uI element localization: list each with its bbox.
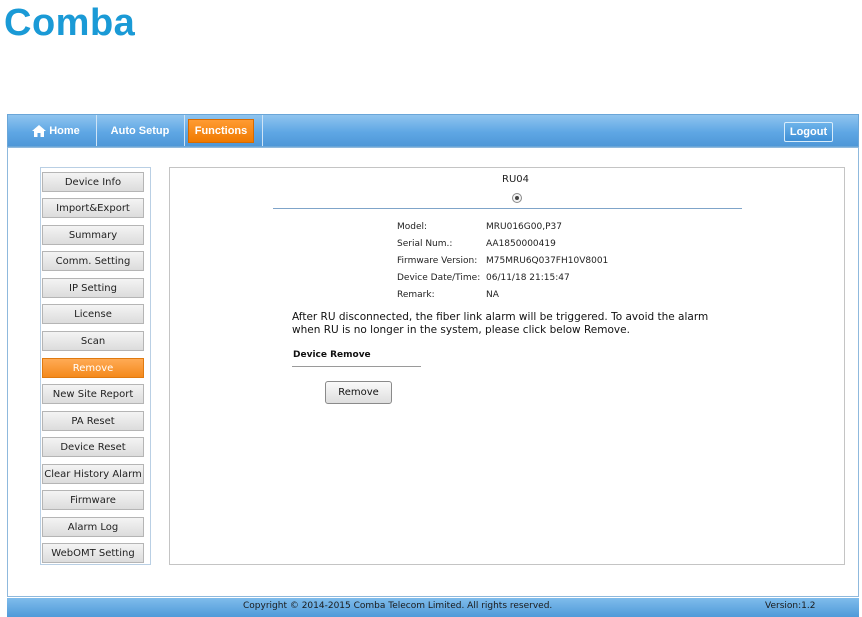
sidebar-item-clear-history-alarm[interactable]: Clear History Alarm [42, 464, 144, 484]
info-label-model: Model: [397, 222, 428, 232]
ru-label: RU04 [502, 174, 529, 185]
footer: Copyright © 2014-2015 Comba Telecom Limi… [7, 598, 859, 617]
info-value-datetime: 06/11/18 21:15:47 [486, 273, 570, 283]
sidebar-item-firmware[interactable]: Firmware [42, 490, 144, 510]
info-value-firmware: M75MRU6Q037FH10V8001 [486, 256, 609, 266]
info-value-serial: AA1850000419 [486, 239, 556, 249]
divider [273, 208, 742, 209]
version-text: Version:1.2 [765, 601, 816, 611]
info-value-model: MRU016G00,P37 [486, 222, 562, 232]
sidebar-item-summary[interactable]: Summary [42, 225, 144, 245]
section-divider [292, 366, 421, 367]
sidebar-item-device-info[interactable]: Device Info [42, 172, 144, 192]
nav-auto-setup[interactable]: Auto Setup [98, 115, 182, 146]
remove-button[interactable]: Remove [325, 381, 392, 404]
nav-home[interactable]: Home [18, 115, 94, 146]
sidebar: Device Info Import&Export Summary Comm. … [40, 167, 151, 565]
sidebar-item-new-site-report[interactable]: New Site Report [42, 384, 144, 404]
home-icon [32, 124, 47, 137]
sidebar-item-remove[interactable]: Remove [42, 358, 144, 378]
content-panel: RU04 Model: MRU016G00,P37 Serial Num.: A… [169, 167, 845, 565]
device-remove-title: Device Remove [293, 350, 371, 360]
info-label-firmware: Firmware Version: [397, 256, 478, 266]
sidebar-item-comm-setting[interactable]: Comm. Setting [42, 251, 144, 271]
info-label-serial: Serial Num.: [397, 239, 453, 249]
sidebar-item-import-export[interactable]: Import&Export [42, 198, 144, 218]
sidebar-item-device-reset[interactable]: Device Reset [42, 437, 144, 457]
sidebar-item-ip-setting[interactable]: IP Setting [42, 278, 144, 298]
remove-note: After RU disconnected, the fiber link al… [292, 311, 709, 336]
info-value-remark: NA [486, 290, 499, 300]
nav-home-label: Home [49, 124, 80, 137]
sidebar-item-alarm-log[interactable]: Alarm Log [42, 517, 144, 537]
sidebar-item-license[interactable]: License [42, 304, 144, 324]
ru-radio[interactable] [512, 193, 522, 203]
copyright-text: Copyright © 2014-2015 Comba Telecom Limi… [243, 601, 553, 611]
logout-button[interactable]: Logout [784, 122, 833, 142]
comba-logo: Comba [4, 2, 136, 44]
sidebar-item-pa-reset[interactable]: PA Reset [42, 411, 144, 431]
sidebar-item-webomt-setting[interactable]: WebOMT Setting [42, 543, 144, 563]
info-label-remark: Remark: [397, 290, 435, 300]
top-navbar: Home Auto Setup Functions Logout [7, 114, 859, 147]
info-label-datetime: Device Date/Time: [397, 273, 481, 283]
nav-functions[interactable]: Functions [188, 119, 254, 143]
sidebar-item-scan[interactable]: Scan [42, 331, 144, 351]
